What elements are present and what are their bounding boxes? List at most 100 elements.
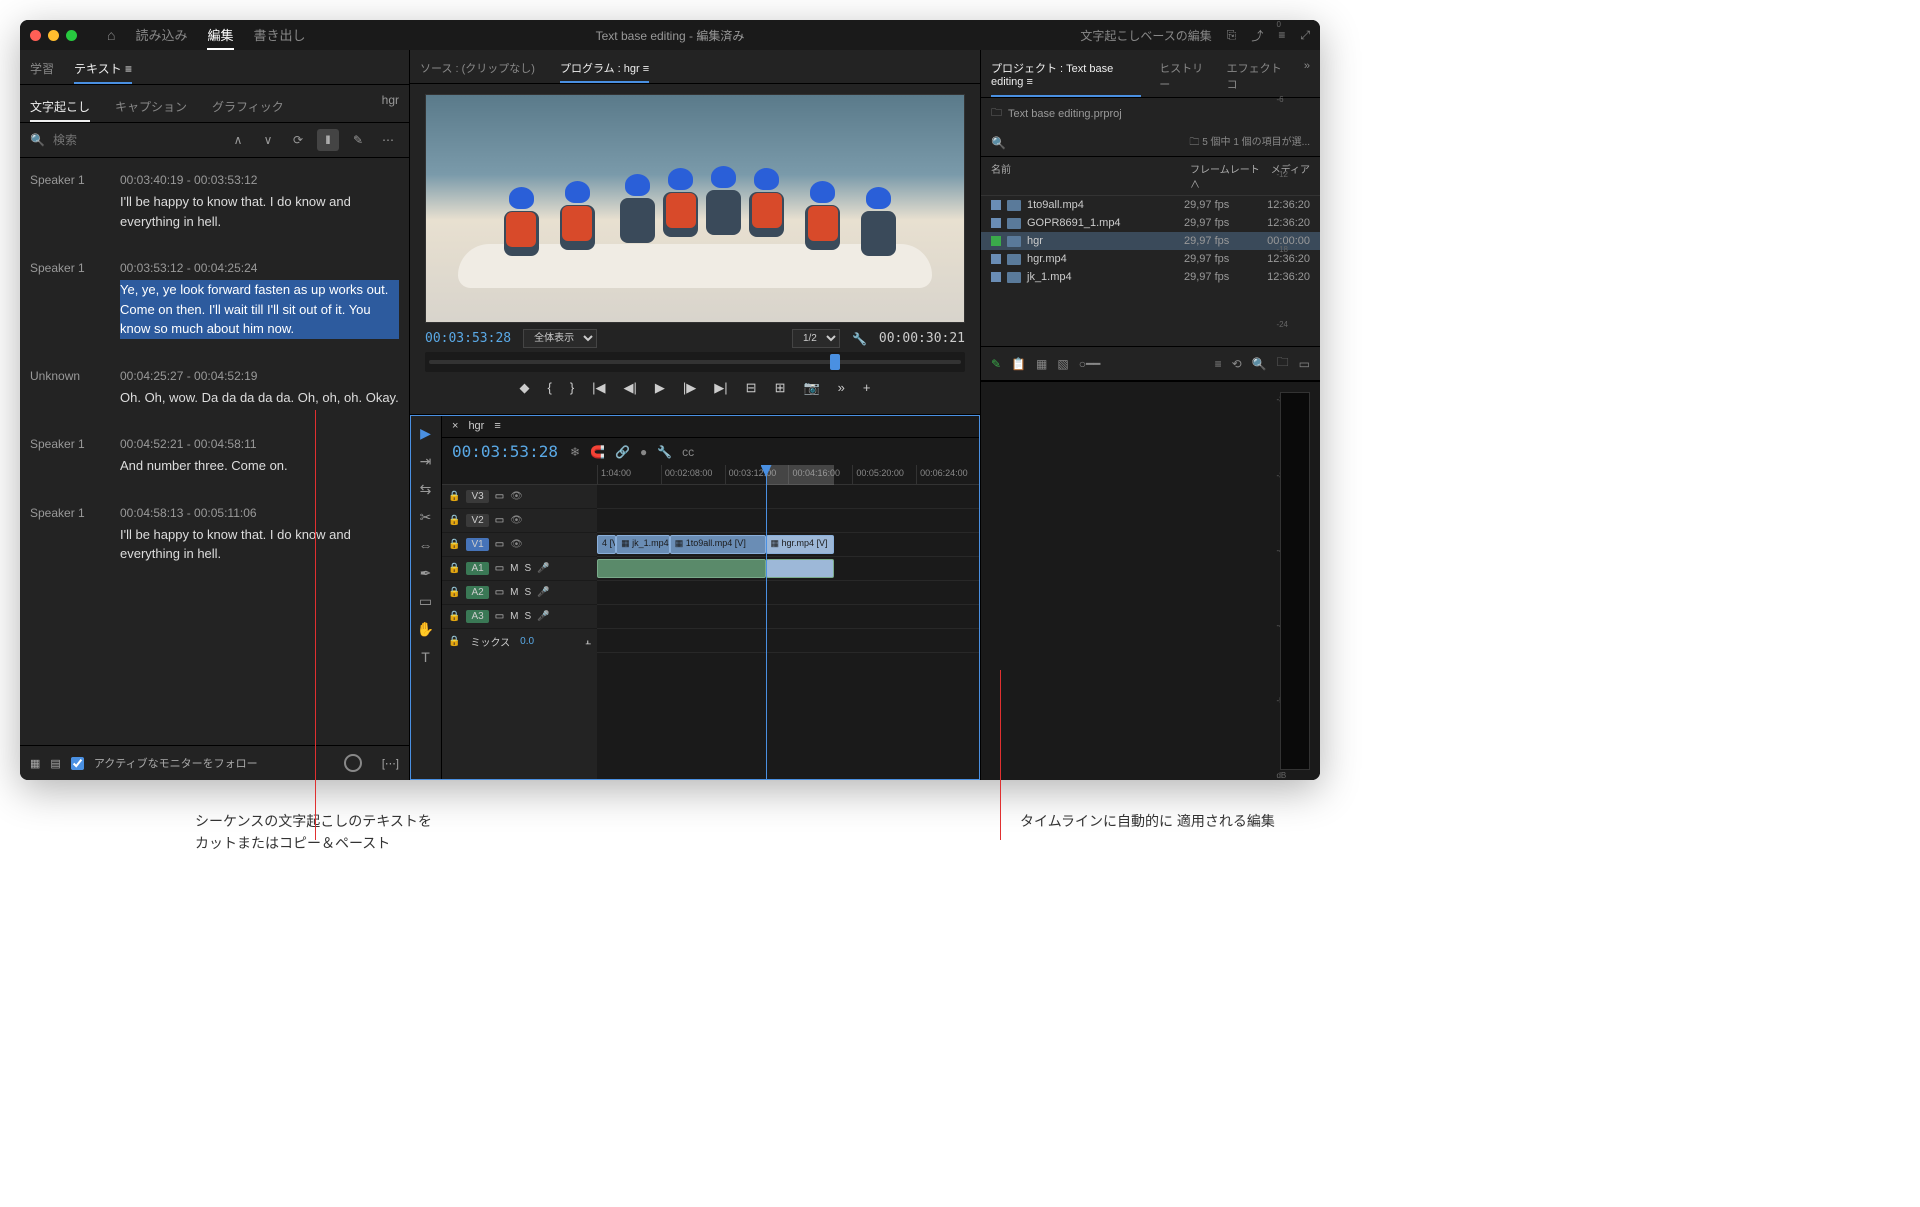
transcript-segment[interactable]: Speaker 1 00:03:53:12 - 00:04:25:24 Ye, … bbox=[30, 261, 399, 339]
clip-v1-3[interactable]: ▦ 1to9all.mp4 [V] bbox=[670, 535, 766, 554]
snap-icon[interactable]: ❄ bbox=[570, 445, 580, 459]
play-icon[interactable]: ▶ bbox=[655, 380, 665, 396]
playhead-marker[interactable] bbox=[830, 354, 840, 370]
project-item[interactable]: 1to9all.mp4 29,97 fps 12:36:20 bbox=[981, 196, 1320, 214]
clip-v1-1[interactable]: 4 [V] bbox=[597, 535, 616, 554]
scrubber[interactable] bbox=[425, 352, 965, 372]
track-a2[interactable] bbox=[597, 581, 980, 605]
clip-a1-1[interactable] bbox=[597, 559, 766, 578]
rectangle-tool-icon[interactable]: ▭ bbox=[416, 591, 436, 611]
track-v1-header[interactable]: 🔒V1▭👁 bbox=[442, 533, 597, 557]
video-preview[interactable] bbox=[425, 94, 965, 323]
step-back-icon[interactable]: ◀| bbox=[624, 380, 637, 396]
refresh-icon[interactable]: ⟳ bbox=[287, 129, 309, 151]
subtab-caption[interactable]: キャプション bbox=[115, 93, 187, 122]
wrench-icon[interactable]: 🔧 bbox=[852, 332, 867, 346]
project-search-icon[interactable]: 🔍 bbox=[991, 136, 1006, 150]
project-item[interactable]: jk_1.mp4 29,97 fps 12:36:20 bbox=[981, 268, 1320, 286]
track-a3-header[interactable]: 🔒A3▭MS🎤 bbox=[442, 605, 597, 629]
link-icon[interactable]: 🔗 bbox=[615, 445, 630, 459]
tab-export[interactable]: 書き出し bbox=[254, 21, 306, 50]
zoom-select[interactable]: 1/2 bbox=[792, 329, 840, 348]
settings-icon[interactable]: 🔧 bbox=[657, 445, 672, 459]
track-mix[interactable] bbox=[597, 629, 980, 653]
transcript-segment[interactable]: Speaker 1 00:04:52:21 - 00:04:58:11 And … bbox=[30, 437, 399, 476]
marker-icon[interactable]: ● bbox=[640, 445, 647, 459]
prev-match-icon[interactable]: ∧ bbox=[227, 129, 249, 151]
close-seq-icon[interactable]: × bbox=[452, 420, 458, 432]
track-a2-header[interactable]: 🔒A2▭MS🎤 bbox=[442, 581, 597, 605]
pen-tool-icon[interactable]: ✒ bbox=[416, 563, 436, 583]
view-icon-2[interactable]: ▤ bbox=[50, 757, 60, 770]
cc-icon[interactable]: cc bbox=[682, 445, 694, 459]
timeline-playhead[interactable] bbox=[766, 465, 767, 780]
col-name[interactable]: 名前 bbox=[991, 161, 1190, 191]
track-v3[interactable] bbox=[597, 485, 980, 509]
fit-select[interactable]: 全体表示 bbox=[523, 329, 597, 348]
tab-learn[interactable]: 学習 bbox=[30, 55, 54, 84]
share-icon[interactable]: ⤴ bbox=[1251, 27, 1263, 44]
pause-icon[interactable]: ‖ bbox=[317, 129, 339, 151]
tab-edit[interactable]: 編集 bbox=[207, 21, 233, 50]
tab-project[interactable]: プロジェクト : Text base editing ≡ bbox=[991, 55, 1141, 97]
minimize-window-button[interactable] bbox=[48, 30, 59, 41]
fullscreen-icon[interactable]: ⤢ bbox=[1300, 28, 1310, 43]
mark-out-icon[interactable]: { bbox=[547, 380, 551, 396]
search-input[interactable] bbox=[53, 133, 219, 147]
step-fwd-icon[interactable]: |▶ bbox=[683, 380, 696, 396]
tab-text[interactable]: テキスト ≡ bbox=[74, 55, 132, 84]
auto-icon[interactable]: ⟲ bbox=[1232, 357, 1242, 371]
mark-clip-icon[interactable]: } bbox=[570, 380, 574, 396]
extract-icon[interactable]: ⊞ bbox=[775, 380, 786, 396]
transcript-segment[interactable]: Unknown 00:04:25:27 - 00:04:52:19 Oh. Oh… bbox=[30, 369, 399, 408]
maximize-window-button[interactable] bbox=[66, 30, 77, 41]
bracket-icon[interactable]: [⋯] bbox=[382, 757, 399, 770]
tab-history[interactable]: ヒストリー bbox=[1159, 55, 1208, 97]
selection-tool-icon[interactable]: ▶ bbox=[416, 423, 436, 443]
go-out-icon[interactable]: ▶| bbox=[714, 380, 727, 396]
freeform-icon[interactable]: ▧ bbox=[1057, 357, 1068, 371]
workspace-label[interactable]: 文字起こしベースの編集 bbox=[1080, 27, 1211, 44]
track-select-tool-icon[interactable]: ⇥ bbox=[416, 451, 436, 471]
mark-in-icon[interactable]: ◆ bbox=[519, 380, 529, 396]
track-body[interactable]: 4 [V] ▦ jk_1.mp4 [V] ▦ 1to9all.mp4 [V] ▦… bbox=[597, 485, 980, 780]
follow-monitor-checkbox[interactable] bbox=[71, 757, 84, 770]
seq-menu-icon[interactable]: ≡ bbox=[494, 420, 500, 432]
magnet-icon[interactable]: 🧲 bbox=[590, 445, 605, 459]
track-a1[interactable] bbox=[597, 557, 980, 581]
sort-icon[interactable]: ≡ bbox=[1215, 357, 1222, 371]
icon-view-icon[interactable]: ▦ bbox=[1036, 357, 1047, 371]
track-v1[interactable]: 4 [V] ▦ jk_1.mp4 [V] ▦ 1to9all.mp4 [V] ▦… bbox=[597, 533, 980, 557]
edit-pencil-icon[interactable]: ✎ bbox=[347, 129, 369, 151]
type-tool-icon[interactable]: T bbox=[416, 647, 436, 667]
segment-text[interactable]: I'll be happy to know that. I do know an… bbox=[120, 192, 399, 231]
tab-import[interactable]: 読み込み bbox=[135, 21, 187, 50]
zoom-slider[interactable]: ○━━ bbox=[1079, 357, 1101, 371]
segment-text[interactable]: Ye, ye, ye look forward fasten as up wor… bbox=[120, 280, 399, 339]
clip-v1-2[interactable]: ▦ jk_1.mp4 [V] bbox=[616, 535, 670, 554]
segment-text[interactable]: And number three. Come on. bbox=[120, 456, 399, 476]
project-item[interactable]: hgr.mp4 29,97 fps 12:36:20 bbox=[981, 250, 1320, 268]
track-v3-header[interactable]: 🔒V3▭👁 bbox=[442, 485, 597, 509]
transcript-segment[interactable]: Speaker 1 00:04:58:13 - 00:05:11:06 I'll… bbox=[30, 506, 399, 564]
project-item[interactable]: hgr 29,97 fps 00:00:00 bbox=[981, 232, 1320, 250]
pen-green-icon[interactable]: ✎ bbox=[991, 357, 1001, 371]
more-icon[interactable]: ⋯ bbox=[377, 129, 399, 151]
slip-tool-icon[interactable]: ⇔ bbox=[416, 535, 436, 555]
timeline-seq-name[interactable]: hgr bbox=[468, 420, 484, 432]
close-window-button[interactable] bbox=[30, 30, 41, 41]
ripple-tool-icon[interactable]: ⇆ bbox=[416, 479, 436, 499]
transcript-body[interactable]: Speaker 1 00:03:40:19 - 00:03:53:12 I'll… bbox=[20, 158, 409, 745]
lift-icon[interactable]: ⊟ bbox=[746, 380, 757, 396]
timeline-timecode[interactable]: 00:03:53:28 bbox=[452, 442, 558, 461]
go-in-icon[interactable]: |◀ bbox=[592, 380, 605, 396]
track-a3[interactable] bbox=[597, 605, 980, 629]
track-v2-header[interactable]: 🔒V2▭👁 bbox=[442, 509, 597, 533]
timeline-ruler[interactable]: 1:04:0000:02:08:0000:03:12:0000:04:16:00… bbox=[442, 465, 980, 485]
timecode-left[interactable]: 00:03:53:28 bbox=[425, 331, 511, 346]
quick-export-icon[interactable]: ⎘ bbox=[1227, 28, 1237, 43]
col-framerate[interactable]: フレームレート ∧ bbox=[1190, 161, 1260, 191]
home-icon[interactable]: ⌂ bbox=[107, 27, 115, 43]
clip-a1-2[interactable] bbox=[766, 559, 835, 578]
new-item-icon[interactable]: ▭ bbox=[1299, 357, 1310, 371]
